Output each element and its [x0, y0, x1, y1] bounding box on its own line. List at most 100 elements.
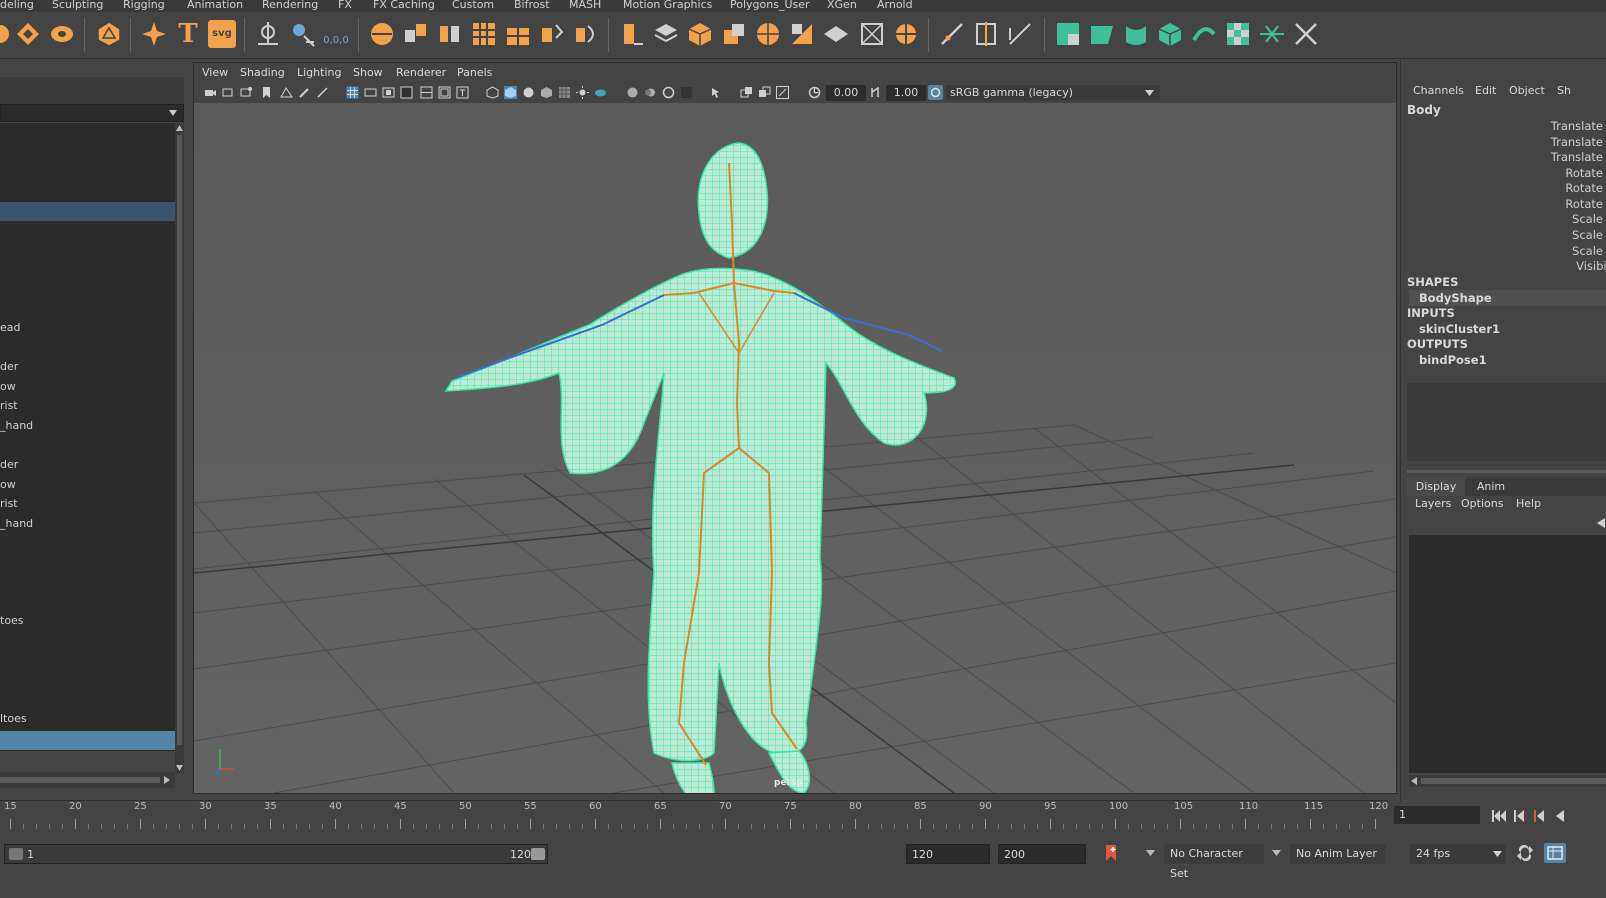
platonic-icon[interactable]: [95, 20, 123, 48]
outliner-horizontal-scrollbar[interactable]: [0, 772, 175, 788]
layer-arrow-left-icon[interactable]: [1597, 518, 1605, 528]
wireframe-on-shaded-icon[interactable]: [522, 86, 535, 99]
layer-list[interactable]: [1409, 535, 1606, 773]
viewport-menu-shading[interactable]: Shading: [240, 66, 285, 79]
chevron-down-icon[interactable]: [1272, 850, 1281, 856]
diamond-icon[interactable]: [14, 20, 42, 48]
text-tool-icon[interactable]: T: [174, 20, 202, 48]
viewport-menu-view[interactable]: View: [202, 66, 228, 79]
auto-key-icon[interactable]: [1104, 845, 1118, 861]
exposure-icon[interactable]: [808, 86, 821, 99]
color-management-toggle-icon[interactable]: [928, 85, 943, 100]
outliner-selected-row[interactable]: [0, 202, 175, 221]
shelf-tab[interactable]: Bifrost: [514, 0, 550, 12]
reduce-icon[interactable]: [504, 20, 532, 48]
shape-node[interactable]: BodyShape: [1419, 291, 1492, 305]
attribute-scale-x[interactable]: Scale: [1572, 212, 1603, 226]
bookmark-icon[interactable]: [260, 86, 273, 99]
gamma-icon[interactable]: [870, 86, 883, 99]
anim-end-field[interactable]: 120: [906, 844, 990, 864]
input-node[interactable]: skinCluster1: [1419, 322, 1500, 336]
chevron-down-icon[interactable]: [169, 110, 177, 116]
grid-toggle-icon[interactable]: [346, 86, 359, 99]
tab-display[interactable]: Display: [1407, 478, 1465, 496]
list-item[interactable]: _hand: [0, 417, 33, 435]
current-frame-field[interactable]: 1: [1394, 806, 1480, 824]
viewport-menu-lighting[interactable]: Lighting: [297, 66, 341, 79]
attribute-translate-x[interactable]: Translate: [1551, 119, 1603, 133]
go-to-start-icon[interactable]: [1492, 810, 1506, 822]
shelf-tab[interactable]: Arnold: [877, 0, 913, 12]
list-item[interactable]: ow: [0, 476, 16, 494]
attribute-rotate-x[interactable]: Rotate: [1565, 166, 1603, 180]
cube-icon[interactable]: [686, 20, 714, 48]
smooth-icon[interactable]: [470, 20, 498, 48]
outliner-vertical-scrollbar[interactable]: [175, 123, 184, 773]
list-item[interactable]: _hand: [0, 515, 33, 533]
xray-joints-icon[interactable]: [758, 86, 771, 99]
shelf-tab[interactable]: Polygons_User: [730, 0, 810, 12]
field-chart-icon[interactable]: [420, 86, 433, 99]
mirror-icon[interactable]: [538, 20, 566, 48]
shelf-tab[interactable]: Custom: [452, 0, 494, 12]
scrollbar-thumb[interactable]: [1421, 778, 1606, 784]
resolution-gate-icon[interactable]: [382, 86, 395, 99]
separate-icon[interactable]: [436, 20, 464, 48]
layer-menu-layers[interactable]: Layers: [1415, 497, 1451, 510]
safe-action-icon[interactable]: [438, 86, 451, 99]
viewport-menu-panels[interactable]: Panels: [457, 66, 492, 79]
attribute-rotate-z[interactable]: Rotate: [1565, 197, 1603, 211]
loop-icon[interactable]: [1516, 845, 1534, 861]
scroll-up-icon[interactable]: [176, 125, 183, 131]
shelf-tab[interactable]: Rendering: [262, 0, 318, 12]
gate-mask-icon[interactable]: [400, 86, 413, 99]
bridge-icon[interactable]: [572, 20, 600, 48]
shelf-tab[interactable]: deling: [0, 0, 34, 12]
shadows-icon[interactable]: [594, 86, 607, 99]
list-item[interactable]: ow: [0, 378, 16, 396]
wedge-icon[interactable]: [788, 20, 816, 48]
shelf-tab[interactable]: MASH: [569, 0, 601, 12]
list-item[interactable]: der: [0, 456, 18, 474]
shelf-tab[interactable]: Motion Graphics: [623, 0, 712, 12]
uv-editor-icon[interactable]: [1054, 20, 1082, 48]
exposure-field[interactable]: 0.00: [826, 85, 866, 101]
light-icon[interactable]: [576, 86, 589, 99]
shelf-orange-shape-icon[interactable]: [0, 20, 14, 48]
list-item[interactable]: toes: [0, 612, 24, 630]
uv-cylindrical-icon[interactable]: [1122, 20, 1150, 48]
attribute-rotate-y[interactable]: Rotate: [1565, 181, 1603, 195]
tab-anim[interactable]: Anim: [1467, 478, 1515, 496]
time-slider[interactable]: 15 20 25 30 35 40 45 50 55 60 65 70 75 80 85 90 95 100 105…: [0, 800, 1388, 835]
output-node[interactable]: bindPose1: [1419, 353, 1487, 367]
anti-aliasing-icon[interactable]: [662, 86, 675, 99]
viewport-menu-renderer[interactable]: Renderer: [396, 66, 446, 79]
scroll-down-icon[interactable]: [176, 765, 183, 771]
play-backward-icon[interactable]: [1554, 810, 1566, 822]
layer-horizontal-scrollbar[interactable]: [1409, 775, 1606, 787]
attribute-scale-z[interactable]: Scale: [1572, 244, 1603, 258]
animation-preferences-icon[interactable]: [1544, 843, 1566, 863]
camera-attributes-icon[interactable]: [222, 86, 235, 99]
list-item[interactable]: ltoes: [0, 710, 27, 728]
uv-planar-icon[interactable]: [1088, 20, 1116, 48]
list-item[interactable]: rist: [0, 397, 18, 415]
bevel-icon[interactable]: [720, 20, 748, 48]
outliner-list[interactable]: ead der ow rist _hand der ow rist _hand …: [0, 123, 175, 751]
viewport-scene[interactable]: persp: [194, 103, 1396, 793]
range-end-handle[interactable]: [531, 848, 545, 860]
star-icon[interactable]: [140, 20, 168, 48]
ambient-occlusion-icon[interactable]: [626, 86, 639, 99]
step-back-key-icon[interactable]: [1514, 810, 1526, 822]
use-all-lights-icon[interactable]: [558, 86, 571, 99]
grease-pencil-icon[interactable]: [298, 86, 311, 99]
attribute-translate-z[interactable]: Translate: [1551, 150, 1603, 164]
locator-icon[interactable]: [254, 20, 282, 48]
checker-icon[interactable]: [1224, 20, 1252, 48]
panel-splitter[interactable]: [1407, 470, 1606, 473]
shelf-tab[interactable]: FX Caching: [373, 0, 435, 12]
channel-box-menu-channels[interactable]: Channels: [1413, 84, 1464, 97]
layer-menu-help[interactable]: Help: [1516, 497, 1541, 510]
motion-blur-icon[interactable]: [644, 86, 657, 99]
anim-layer-dropdown[interactable]: No Anim Layer: [1290, 844, 1386, 864]
